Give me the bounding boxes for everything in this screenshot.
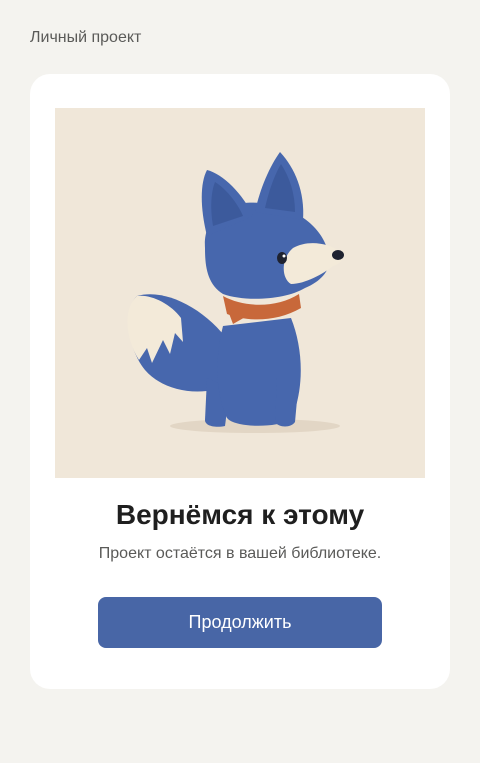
message-card: Вернёмся к этому Проект остаётся в вашей… [30,74,450,689]
fox-mascot-image [127,152,344,433]
page-header-label: Личный проект [30,29,142,46]
continue-button[interactable]: Продолжить [98,597,382,648]
card-subtitle: Проект остаётся в вашей библиотеке. [98,545,382,562]
card-title: Вернёмся к этому [115,499,365,530]
fox-illustration [55,108,425,478]
